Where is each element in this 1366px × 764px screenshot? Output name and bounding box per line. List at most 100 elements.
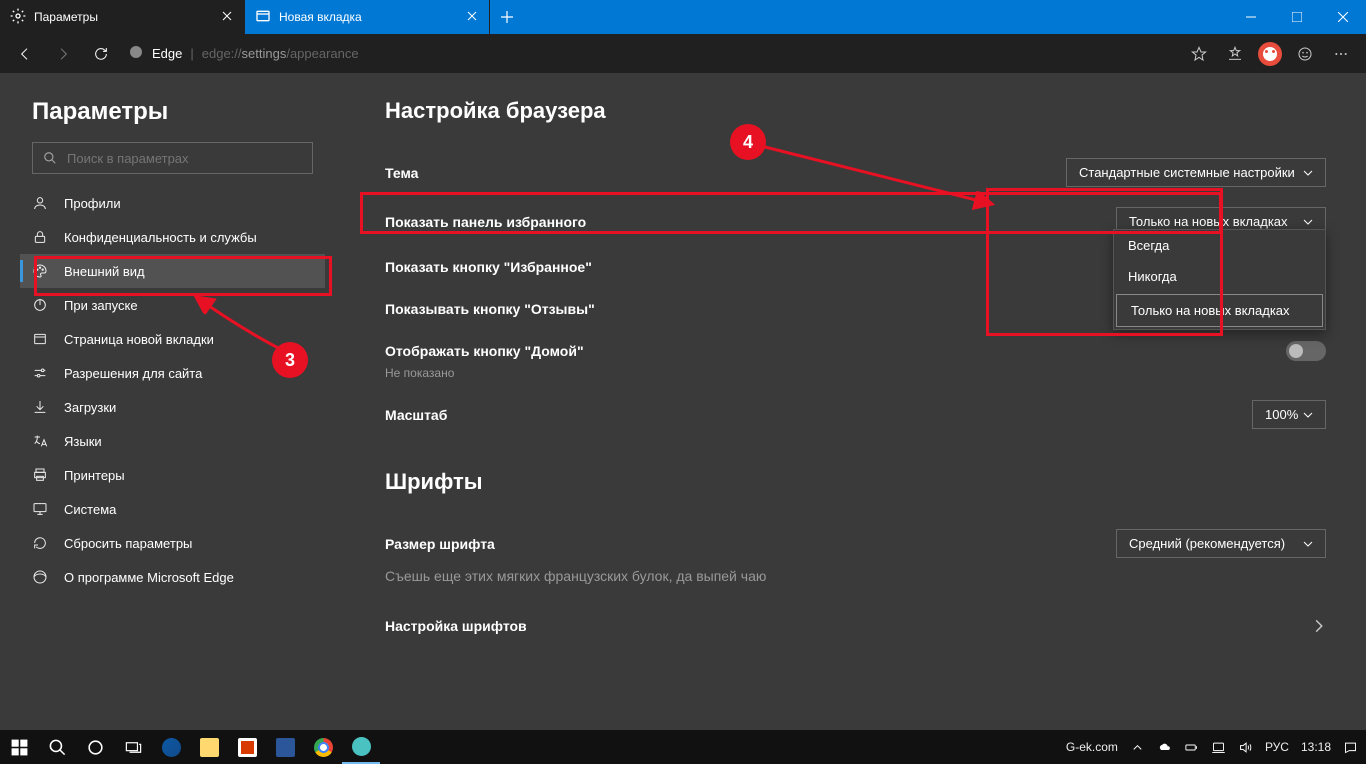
titlebar: Параметры Новая вкладка [0,0,1366,34]
font-sample-text: Съешь еще этих мягких французских булок,… [385,568,1326,584]
close-button[interactable] [1320,0,1366,34]
sliders-icon [32,365,48,381]
taskbar-taskview[interactable] [114,730,152,764]
battery-icon[interactable] [1184,740,1199,755]
fav-panel-option-newtabs[interactable]: Только на новых вкладках [1116,294,1323,327]
zoom-label: Масштаб [385,407,447,423]
edge-icon [352,737,371,756]
titlebar-drag[interactable] [524,0,1228,34]
chevron-down-icon [1303,410,1313,420]
power-icon [32,297,48,313]
windows-icon [10,738,29,757]
taskbar-word[interactable] [266,730,304,764]
folder-icon [200,738,219,757]
start-button[interactable] [0,730,38,764]
tab-title: Параметры [34,10,98,24]
forward-button[interactable] [46,37,80,71]
taskbar-store[interactable] [228,730,266,764]
sidebar-item-appearance[interactable]: Внешний вид [20,254,325,288]
theme-row: Тема Стандартные системные настройки [385,148,1326,197]
tray-time[interactable]: 13:18 [1301,740,1331,754]
fav-panel-option-never[interactable]: Никогда [1114,261,1325,292]
taskbar-tray: G-ek.com РУС 13:18 [1066,740,1366,755]
minimize-button[interactable] [1228,0,1274,34]
close-icon[interactable] [220,8,234,26]
font-custom-row[interactable]: Настройка шрифтов [385,605,1326,647]
sidebar-item-printers[interactable]: Принтеры [20,458,325,492]
toolbar: Edge | edge://settings/appearance [0,34,1366,74]
font-custom-label: Настройка шрифтов [385,618,527,634]
section-title-browser: Настройка браузера [385,98,1326,124]
sidebar-item-languages[interactable]: Языки [20,424,325,458]
home-btn-toggle[interactable] [1286,341,1326,361]
taskbar: G-ek.com РУС 13:18 [0,730,1366,764]
printer-icon [32,467,48,483]
search-icon [43,151,57,165]
fav-btn-label: Показать кнопку "Избранное" [385,259,592,275]
menu-button[interactable] [1324,37,1358,71]
sidebar-title: Параметры [20,98,325,126]
theme-label: Тема [385,165,418,181]
taskbar-edge[interactable] [342,730,380,764]
taskbar-search[interactable] [38,730,76,764]
zoom-row: Масштаб 100% [385,390,1326,439]
sidebar-item-system[interactable]: Система [20,492,325,526]
lock-icon [32,229,48,245]
edge-legacy-icon [162,738,181,757]
window-controls [1228,0,1366,34]
close-icon[interactable] [465,8,479,26]
profile-avatar[interactable] [1258,42,1282,66]
address-bar[interactable]: Edge | edge://settings/appearance [128,44,1172,63]
sidebar-item-about[interactable]: О программе Microsoft Edge [20,560,325,594]
taskbar-cortana[interactable] [76,730,114,764]
zoom-dropdown[interactable]: 100% [1252,400,1326,429]
fav-panel-label: Показать панель избранного [385,214,586,230]
notifications-icon[interactable] [1343,740,1358,755]
taskbar-chrome[interactable] [304,730,342,764]
edge-icon [32,569,48,585]
onedrive-icon[interactable] [1157,740,1172,755]
back-button[interactable] [8,37,42,71]
settings-search[interactable] [32,142,313,174]
favorites-list-button[interactable] [1218,37,1252,71]
refresh-button[interactable] [84,37,118,71]
address-label: Edge [152,46,182,61]
home-btn-label: Отображать кнопку "Домой" [385,343,584,359]
sidebar-item-privacy[interactable]: Конфиденциальность и службы [20,220,325,254]
sidebar-item-reset[interactable]: Сбросить параметры [20,526,325,560]
new-tab-button[interactable] [490,0,524,34]
chevron-down-icon [1303,539,1313,549]
tray-site: G-ek.com [1066,740,1118,754]
page-icon [32,331,48,347]
search-input[interactable] [67,151,302,166]
tab-newtab[interactable]: Новая вкладка [245,0,490,34]
chevron-up-icon[interactable] [1130,740,1145,755]
font-size-row: Размер шрифта Средний (рекомендуется) [385,519,1326,568]
theme-dropdown[interactable]: Стандартные системные настройки [1066,158,1326,187]
taskview-icon [124,738,143,757]
chrome-icon [314,738,333,757]
word-icon [276,738,295,757]
font-size-dropdown[interactable]: Средний (рекомендуется) [1116,529,1326,558]
fav-panel-menu: Всегда Никогда Только на новых вкладках [1113,229,1326,330]
tab-settings[interactable]: Параметры [0,0,245,34]
maximize-button[interactable] [1274,0,1320,34]
taskbar-edge-legacy[interactable] [152,730,190,764]
chevron-down-icon [1303,168,1313,178]
fav-panel-option-always[interactable]: Всегда [1114,230,1325,261]
sidebar-item-downloads[interactable]: Загрузки [20,390,325,424]
annotation-marker-3: 3 [272,342,308,378]
sidebar-item-profiles[interactable]: Профили [20,186,325,220]
favorite-button[interactable] [1182,37,1216,71]
network-icon[interactable] [1211,740,1226,755]
annotation-marker-4: 4 [730,124,766,160]
sidebar-item-startup[interactable]: При запуске [20,288,325,322]
settings-main: Настройка браузера Тема Стандартные сист… [345,74,1366,730]
tray-lang[interactable]: РУС [1265,740,1289,754]
volume-icon[interactable] [1238,740,1253,755]
home-btn-sub: Не показано [385,366,1326,380]
taskbar-explorer[interactable] [190,730,228,764]
download-icon [32,399,48,415]
feedback-button[interactable] [1288,37,1322,71]
section-title-fonts: Шрифты [385,469,1326,495]
